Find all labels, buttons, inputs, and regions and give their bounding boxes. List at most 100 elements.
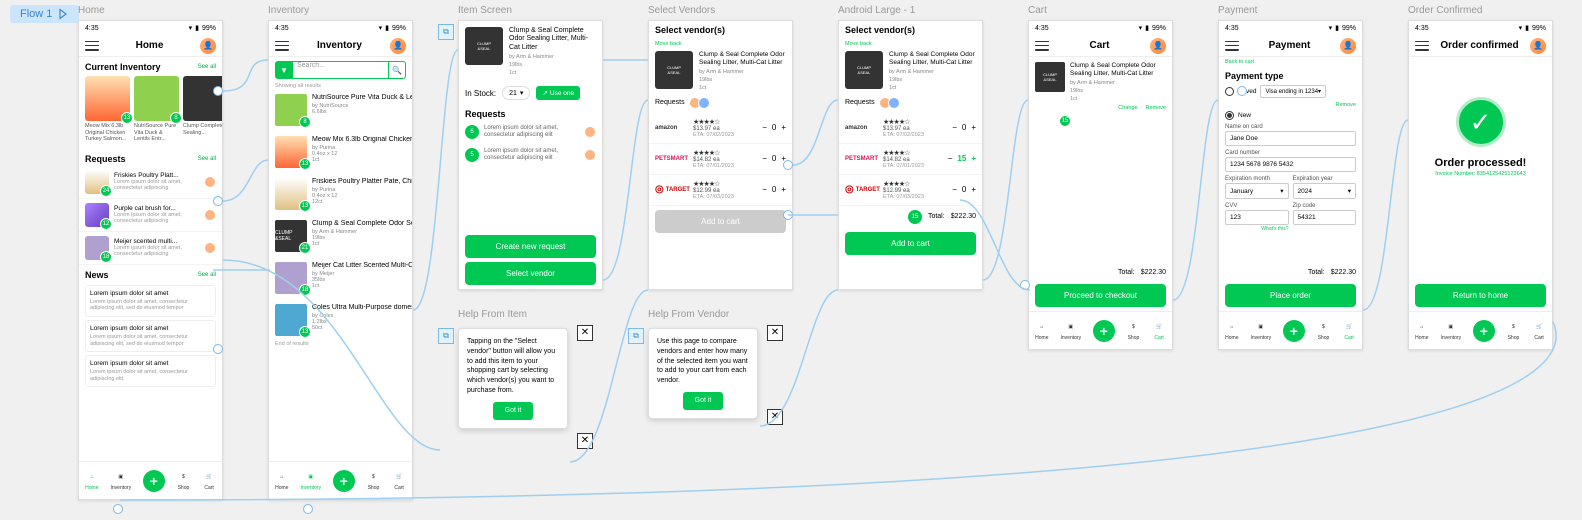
list-item[interactable]: Friskies Poultry Platter Pate, Chicken F… — [269, 173, 412, 215]
minus-btn[interactable]: − — [762, 185, 767, 194]
remove-link[interactable]: Remove — [1146, 105, 1166, 111]
tab-cart[interactable]: 🛒Cart — [392, 470, 406, 491]
filter-btn[interactable]: ▼ — [275, 61, 293, 79]
vendor-row[interactable]: amazon ★★★★☆$13.97 eaETA: 07/02/2023 −0+ — [839, 113, 982, 144]
avatar[interactable]: 👤 — [1530, 38, 1546, 54]
inv-hscroll[interactable]: 13 Meow Mix 6.3lb Original Chicken Turke… — [79, 74, 222, 149]
tab-home[interactable]: ⌂Home — [275, 470, 289, 491]
list-item[interactable]: 24 Friskies Poultry Platt...Lorem ipsum … — [79, 166, 222, 199]
proceed-checkout-button[interactable]: Proceed to checkout — [1035, 284, 1166, 307]
tab-shop[interactable]: $Shop — [1506, 320, 1520, 341]
flow-ring[interactable] — [1020, 280, 1030, 290]
flow-ring[interactable] — [213, 86, 223, 96]
close-icon[interactable]: ✕ — [767, 325, 783, 341]
list-item[interactable]: Meijer Cat Litter Scented Multi-Cat Scoo… — [269, 257, 412, 299]
vendor-row[interactable]: PETSMART ★★★★☆$14.82 eaETA: 07/01/2023 −… — [649, 144, 792, 175]
list-item[interactable]: Meow Mix 6.3lb Original Chicken Turkey S… — [269, 131, 412, 173]
menu-icon[interactable] — [1035, 41, 1049, 51]
saved-card-dropdown[interactable]: Visa ending in 1234▾ — [1260, 85, 1326, 98]
fab-add[interactable]: + — [333, 470, 355, 492]
qty-ctrl[interactable]: −15+ — [948, 154, 976, 163]
radio-new[interactable]: New — [1225, 111, 1356, 120]
menu-icon[interactable] — [275, 41, 289, 51]
tab-inventory[interactable]: ▣Inventory — [1441, 320, 1462, 341]
card-field[interactable]: 1234 5678 9876 5432 — [1225, 157, 1356, 172]
scroll-body[interactable]: NutriSource Pure Vita Duck & Lentils Ent… — [269, 89, 412, 461]
tab-inventory[interactable]: ▣Inventory — [1061, 320, 1082, 341]
flow-ring[interactable] — [213, 344, 223, 354]
tab-cart[interactable]: 🛒Cart — [1342, 320, 1356, 341]
qty-ctrl[interactable]: −0+ — [952, 123, 976, 132]
tab-inventory[interactable]: ▣Inventory — [301, 470, 322, 491]
tab-home[interactable]: ⌂Home — [1225, 320, 1239, 341]
return-home-button[interactable]: Return to home — [1415, 284, 1546, 307]
plus-btn[interactable]: + — [781, 123, 786, 132]
search-input[interactable]: Search... — [293, 61, 388, 79]
add-to-cart-button[interactable]: Add to cart — [655, 210, 786, 233]
use-one-button[interactable]: ↗Use one — [536, 86, 580, 100]
avatar[interactable]: 👤 — [1150, 38, 1166, 54]
list-item[interactable]: 6 Lorem ipsum dolor sit amet, consectetu… — [459, 121, 602, 143]
create-request-button[interactable]: Create new request — [465, 235, 596, 258]
fab-add[interactable]: + — [1283, 320, 1305, 342]
vendor-row[interactable]: ◎TARGET ★★★★☆$12.99 eaETA: 07/03/2023 −0… — [839, 175, 982, 206]
zip-field[interactable]: 54321 — [1293, 210, 1357, 225]
menu-icon[interactable] — [1415, 41, 1429, 51]
see-all-link[interactable]: See all — [198, 64, 216, 70]
avatar[interactable]: 👤 — [200, 38, 216, 54]
place-order-button[interactable]: Place order — [1225, 284, 1356, 307]
tab-home[interactable]: ⌂Home — [85, 470, 99, 491]
back-link[interactable]: Move back — [839, 39, 982, 49]
news-card[interactable]: Lorem ipsum dolor sit ametLorem ipsum do… — [85, 285, 216, 317]
see-all-link[interactable]: See all — [198, 272, 216, 278]
flow-ring[interactable] — [213, 196, 223, 206]
menu-icon[interactable] — [85, 41, 99, 51]
exp-month-dropdown[interactable]: January▾ — [1225, 183, 1289, 199]
flow-ring[interactable] — [1237, 86, 1247, 96]
flow-ring[interactable] — [783, 210, 793, 220]
back-link[interactable]: Back to cart — [1219, 57, 1362, 67]
list-item[interactable]: NutriSource Pure Vita Duck & Lentils Ent… — [269, 89, 412, 131]
tab-shop[interactable]: $Shop — [1316, 320, 1330, 341]
list-item[interactable]: 18 Meijer scented multi...Lorem ipsum do… — [79, 232, 222, 265]
list-item[interactable]: CLUMP &SEALClump & Seal Complete Odor Se… — [269, 215, 412, 257]
inv-card[interactable]: 13 Meow Mix 6.3lb Original Chicken Turke… — [85, 76, 130, 143]
tab-home[interactable]: ⌂Home — [1035, 320, 1049, 341]
flow-ring[interactable] — [303, 504, 313, 514]
list-item[interactable]: 12 Purple cat brush for...Lorem ipsum do… — [79, 199, 222, 232]
tab-inventory[interactable]: ▣Inventory — [1251, 320, 1272, 341]
qty-stepper[interactable]: 21▾ — [502, 86, 530, 100]
tab-inventory[interactable]: ▣Inventory — [111, 470, 132, 491]
fab-add[interactable]: + — [1473, 320, 1495, 342]
plus-btn[interactable]: + — [781, 185, 786, 194]
tab-home[interactable]: ⌂Home — [1415, 320, 1429, 341]
inv-card[interactable]: 8 NutriSource Pure Vita Duck & Lentils E… — [134, 76, 179, 143]
menu-icon[interactable] — [1225, 41, 1239, 51]
avatar[interactable]: 👤 — [390, 38, 406, 54]
news-card[interactable]: Lorem ipsum dolor sit ametLorem ipsum do… — [85, 320, 216, 352]
change-link[interactable]: Change — [1118, 105, 1137, 111]
avatar[interactable]: 👤 — [1340, 38, 1356, 54]
remove-card-link[interactable]: Remove — [1336, 102, 1356, 108]
vendor-row[interactable]: ◎TARGET ★★★★☆$12.99 eaETA: 07/03/2023 −0… — [649, 175, 792, 206]
component-icon[interactable]: ⧉ — [438, 328, 454, 344]
search-btn[interactable]: 🔍 — [388, 61, 406, 79]
tab-shop[interactable]: $Shop — [176, 470, 190, 491]
add-to-cart-button[interactable]: Add to cart — [845, 232, 976, 255]
tab-shop[interactable]: $Shop — [366, 470, 380, 491]
tab-cart[interactable]: 🛒Cart — [1532, 320, 1546, 341]
tab-shop[interactable]: $Shop — [1126, 320, 1140, 341]
qty-ctrl[interactable]: −0+ — [762, 154, 786, 163]
component-icon[interactable]: ⧉ — [438, 24, 454, 40]
exp-year-dropdown[interactable]: 2024▾ — [1293, 183, 1357, 199]
qty-ctrl[interactable]: −0+ — [762, 123, 786, 132]
minus-btn[interactable]: − — [762, 123, 767, 132]
flow-ring[interactable] — [783, 160, 793, 170]
cvv-field[interactable]: 123 — [1225, 210, 1289, 225]
name-field[interactable]: Jane Doe — [1225, 131, 1356, 146]
whats-this-link[interactable]: What's this? — [1225, 226, 1289, 232]
qty-ctrl[interactable]: −0+ — [762, 185, 786, 194]
vendor-row[interactable]: amazon ★★★★☆$13.97 eaETA: 07/02/2023 −0+ — [649, 113, 792, 144]
list-item[interactable]: 5 Lorem ipsum dolor sit amet, consectetu… — [459, 144, 602, 166]
flow-ring[interactable] — [113, 504, 123, 514]
